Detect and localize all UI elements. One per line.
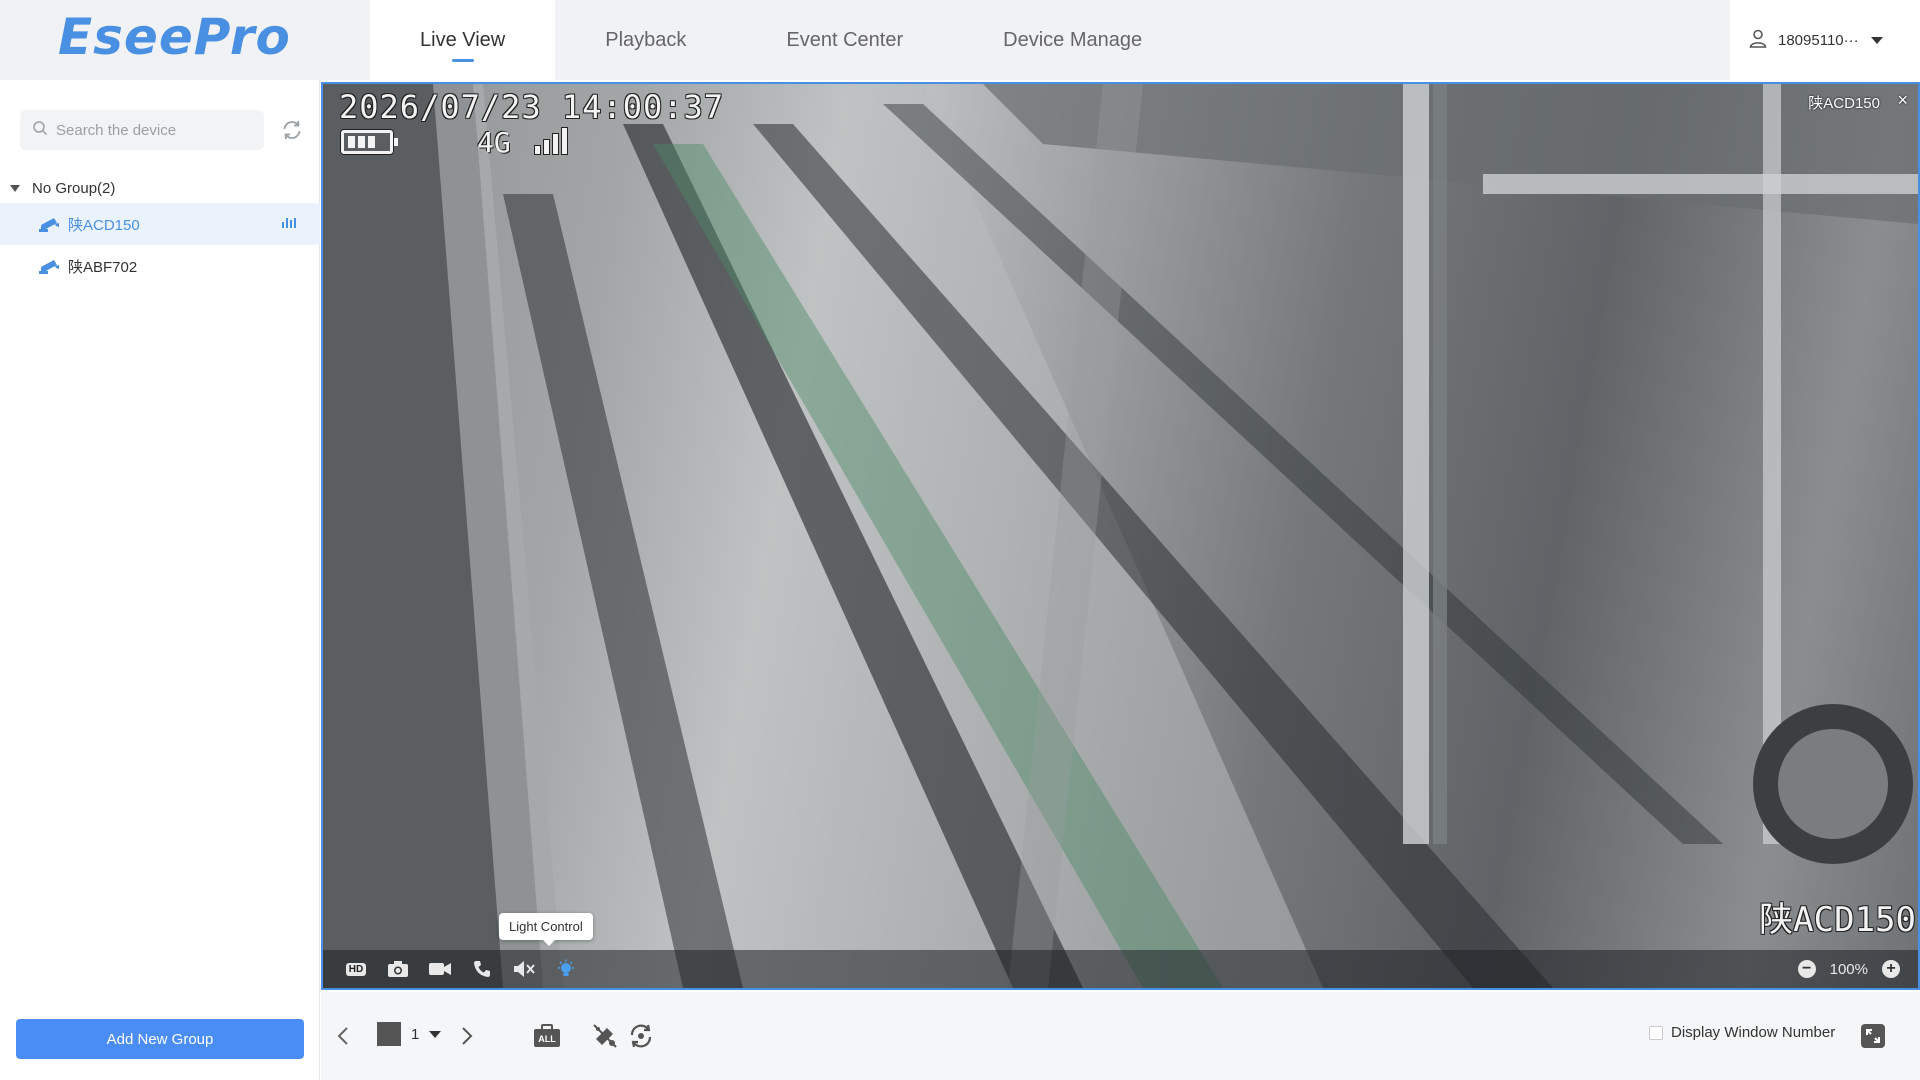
add-new-group-button[interactable]: Add New Group bbox=[16, 1019, 304, 1059]
close-all-button[interactable]: ALL bbox=[531, 1020, 563, 1052]
top-header: EseePro Live View Playback Event Center … bbox=[0, 0, 1920, 80]
prev-page-icon[interactable] bbox=[327, 1020, 359, 1052]
chevron-down-icon bbox=[429, 1030, 442, 1038]
group-label: No Group(2) bbox=[32, 179, 116, 197]
window-title: 陕ACD150 bbox=[1808, 95, 1880, 112]
user-name: 18095110··· bbox=[1778, 31, 1859, 49]
user-icon bbox=[1748, 28, 1778, 52]
zoom-out-icon[interactable]: − bbox=[1797, 960, 1816, 978]
video-window[interactable]: 2026/07/23 14:00:37 4G 陕ACD150 陕ACD150 ×… bbox=[321, 82, 1920, 990]
app-logo: EseePro bbox=[58, 8, 291, 66]
tab-event-center[interactable]: Event Center bbox=[736, 0, 953, 80]
display-window-number-checkbox[interactable] bbox=[1649, 1025, 1663, 1040]
group-no-group[interactable]: No Group(2) bbox=[0, 168, 320, 208]
signal-icon bbox=[535, 128, 567, 154]
all-label: ALL bbox=[538, 1034, 556, 1044]
live-video-feed: 2026/07/23 14:00:37 4G 陕ACD150 陕ACD150 ×… bbox=[323, 84, 1918, 988]
snapshot-icon[interactable] bbox=[377, 950, 419, 988]
ptz-icon[interactable] bbox=[589, 1020, 621, 1052]
display-window-number-label: Display Window Number bbox=[1671, 1024, 1836, 1041]
camera-icon bbox=[39, 260, 59, 274]
zoom-in-icon[interactable]: + bbox=[1882, 960, 1900, 978]
caret-down-icon[interactable] bbox=[10, 184, 20, 192]
layout-square-icon bbox=[377, 1022, 401, 1046]
device-name: 陕ACD150 bbox=[68, 216, 140, 234]
search-input[interactable] bbox=[56, 121, 246, 139]
light-control-icon[interactable] bbox=[545, 950, 587, 988]
bottom-toolbar: 1 ALL Display Window Number bbox=[321, 992, 1920, 1080]
next-page-icon[interactable] bbox=[451, 1020, 483, 1052]
layout-select[interactable]: 1 bbox=[377, 1022, 442, 1046]
tab-device-manage[interactable]: Device Manage bbox=[953, 0, 1192, 80]
device-item-abf702[interactable]: 陕ABF702 bbox=[0, 245, 320, 287]
device-sidebar: No Group(2) 陕ACD150 陕ABF702 Add New Grou… bbox=[0, 80, 320, 1080]
osd-timestamp: 2026/07/23 14:00:37 bbox=[339, 88, 725, 126]
battery-icon bbox=[341, 130, 398, 154]
mute-icon[interactable] bbox=[503, 950, 545, 988]
rotate-icon[interactable] bbox=[625, 1020, 657, 1052]
hd-button[interactable]: HD bbox=[335, 950, 377, 988]
fullscreen-icon[interactable] bbox=[1857, 1020, 1889, 1052]
layout-value: 1 bbox=[411, 1025, 420, 1043]
main-nav: Live View Playback Event Center Device M… bbox=[370, 0, 1192, 80]
tab-live-view[interactable]: Live View bbox=[370, 0, 556, 80]
close-icon[interactable]: × bbox=[1897, 90, 1908, 111]
hd-label: HD bbox=[345, 962, 367, 976]
zoom-level: 100% bbox=[1829, 960, 1868, 978]
zoom-control: − 100% + bbox=[1797, 950, 1900, 988]
search-box bbox=[20, 110, 264, 150]
streaming-icon bbox=[282, 218, 296, 228]
video-toolbar: HD − 100% + bbox=[323, 950, 1918, 988]
user-menu[interactable]: 18095110··· bbox=[1730, 0, 1920, 80]
talk-icon[interactable] bbox=[461, 950, 503, 988]
osd-network: 4G bbox=[477, 126, 511, 159]
light-control-tooltip: Light Control bbox=[499, 913, 593, 946]
record-icon[interactable] bbox=[419, 950, 461, 988]
search-icon bbox=[32, 120, 48, 141]
device-name: 陕ABF702 bbox=[68, 258, 138, 276]
camera-scene bbox=[323, 84, 1918, 988]
tab-playback[interactable]: Playback bbox=[555, 0, 736, 80]
osd-device-name: 陕ACD150 bbox=[1759, 900, 1916, 940]
refresh-icon[interactable] bbox=[280, 118, 304, 142]
device-item-acd150[interactable]: 陕ACD150 bbox=[0, 203, 320, 245]
chevron-down-icon[interactable] bbox=[1870, 36, 1883, 44]
camera-icon bbox=[39, 218, 59, 232]
display-window-number-toggle[interactable]: Display Window Number bbox=[1649, 1024, 1835, 1041]
